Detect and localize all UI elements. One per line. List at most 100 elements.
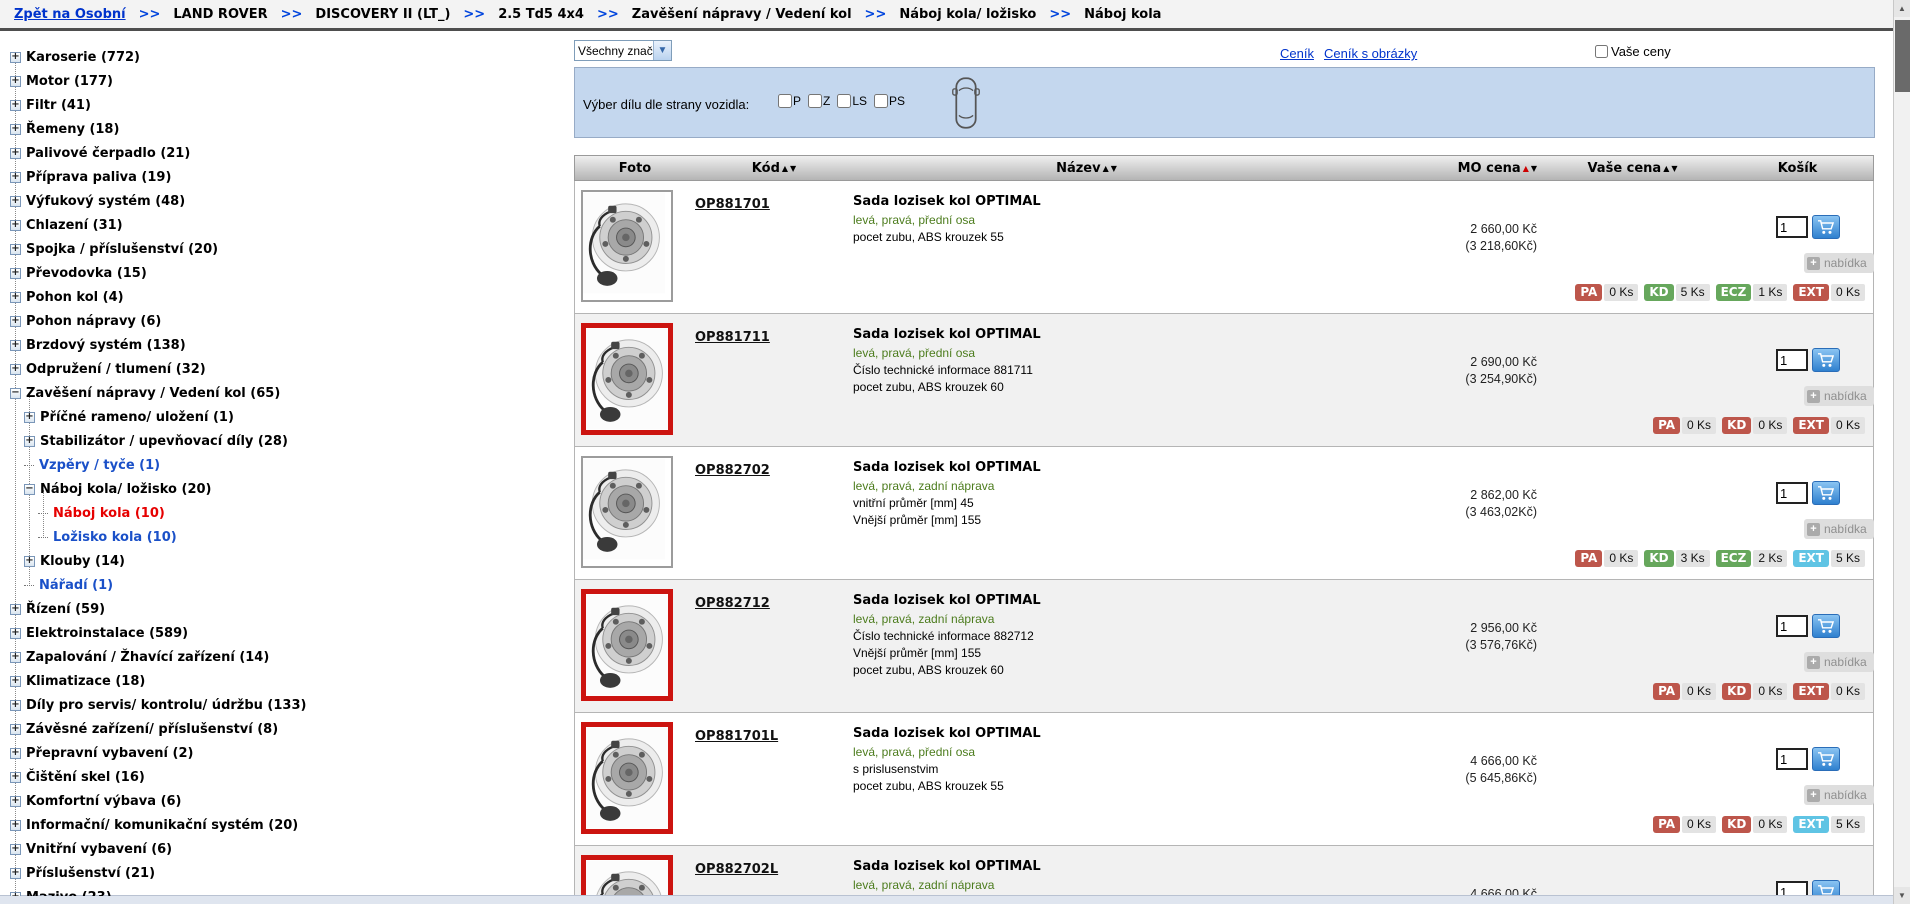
sidebar-item[interactable]: Nářadí (1) xyxy=(39,578,113,593)
expand-icon[interactable]: + xyxy=(10,868,21,879)
quantity-input[interactable] xyxy=(1776,349,1808,371)
product-code-link[interactable]: OP881701L xyxy=(695,729,778,744)
expand-icon[interactable]: + xyxy=(10,604,21,615)
sort-asc-icon[interactable]: ▲ xyxy=(782,164,788,173)
expand-icon[interactable]: + xyxy=(10,364,21,375)
scrollbar-thumb[interactable] xyxy=(1895,20,1910,92)
vertical-scrollbar[interactable]: ▲ ▼ xyxy=(1893,0,1910,904)
side-checkbox-ls[interactable] xyxy=(837,94,851,108)
sidebar-item[interactable]: Stabilizátor / upevňovací díly (28) xyxy=(40,434,288,449)
sidebar-item[interactable]: Pohon nápravy (6) xyxy=(26,314,161,329)
expand-icon[interactable]: + xyxy=(10,772,21,783)
add-to-cart-button[interactable] xyxy=(1812,880,1840,896)
sidebar-item[interactable]: Příprava paliva (19) xyxy=(26,170,171,185)
expand-icon[interactable]: + xyxy=(10,220,21,231)
collapse-icon[interactable]: − xyxy=(10,388,21,399)
expand-icon[interactable]: + xyxy=(10,268,21,279)
price-list-with-images-link[interactable]: Ceník s obrázky xyxy=(1324,46,1417,61)
sidebar-item[interactable]: Řízení (59) xyxy=(26,602,105,617)
product-code-link[interactable]: OP881701 xyxy=(695,197,770,212)
sidebar-item[interactable]: Závěsné zařízení/ příslušenství (8) xyxy=(26,722,278,737)
product-photo[interactable] xyxy=(581,456,673,568)
product-photo[interactable] xyxy=(581,855,673,896)
sidebar-item[interactable]: Filtr (41) xyxy=(26,98,91,113)
expand-icon[interactable]: + xyxy=(10,340,21,351)
column-header-k-d[interactable]: Kód▲▼ xyxy=(695,161,853,176)
expand-icon[interactable]: + xyxy=(10,724,21,735)
product-code-link[interactable]: OP881711 xyxy=(695,330,770,345)
sidebar-item[interactable]: Zavěšení nápravy / Vedení kol (65) xyxy=(26,386,280,401)
add-to-cart-button[interactable] xyxy=(1812,481,1840,505)
sort-desc-icon[interactable]: ▼ xyxy=(1111,164,1117,173)
product-code-link[interactable]: OP882702 xyxy=(695,463,770,478)
add-to-cart-button[interactable] xyxy=(1812,215,1840,239)
sidebar-item[interactable]: Vnitřní vybavení (6) xyxy=(26,842,172,857)
collapse-icon[interactable]: − xyxy=(24,484,35,495)
sidebar-item[interactable]: Komfortní výbava (6) xyxy=(26,794,182,809)
sidebar-item[interactable]: Odpružení / tlumení (32) xyxy=(26,362,206,377)
add-to-cart-button[interactable] xyxy=(1812,348,1840,372)
expand-icon[interactable]: + xyxy=(10,796,21,807)
add-to-cart-button[interactable] xyxy=(1812,747,1840,771)
sidebar-item[interactable]: Klouby (14) xyxy=(40,554,125,569)
expand-icon[interactable]: + xyxy=(10,100,21,111)
expand-icon[interactable]: + xyxy=(10,316,21,327)
expand-icon[interactable]: + xyxy=(10,172,21,183)
quantity-input[interactable] xyxy=(1776,748,1808,770)
scroll-down-icon[interactable]: ▼ xyxy=(1894,887,1910,904)
expand-icon[interactable]: + xyxy=(10,76,21,87)
expand-icon[interactable]: + xyxy=(24,412,35,423)
sidebar-item[interactable]: Palivové čerpadlo (21) xyxy=(26,146,190,161)
chevron-down-icon[interactable]: ▼ xyxy=(653,41,671,60)
side-checkbox-p[interactable] xyxy=(778,94,792,108)
sidebar-item[interactable]: Mazivo (23) xyxy=(26,890,112,896)
sort-asc-icon[interactable]: ▲ xyxy=(1103,164,1109,173)
expand-icon[interactable]: + xyxy=(10,820,21,831)
expand-icon[interactable]: + xyxy=(10,844,21,855)
sidebar-item[interactable]: Motor (177) xyxy=(26,74,113,89)
sidebar-item[interactable]: Spojka / příslušenství (20) xyxy=(26,242,218,257)
offer-button[interactable]: +nabídka xyxy=(1804,652,1874,672)
sort-desc-icon[interactable]: ▼ xyxy=(1531,164,1537,173)
expand-icon[interactable]: + xyxy=(10,628,21,639)
quantity-input[interactable] xyxy=(1776,482,1808,504)
expand-icon[interactable]: + xyxy=(10,892,21,896)
sidebar-item[interactable]: Klimatizace (18) xyxy=(26,674,145,689)
product-code-link[interactable]: OP882702L xyxy=(695,862,778,877)
sidebar-item[interactable]: Náboj kola/ ložisko (20) xyxy=(40,482,211,497)
expand-icon[interactable]: + xyxy=(10,52,21,63)
add-to-cart-button[interactable] xyxy=(1812,614,1840,638)
sidebar-item[interactable]: Vzpěry / tyče (1) xyxy=(39,458,160,473)
column-header-n-zev[interactable]: Název▲▼ xyxy=(853,161,1320,176)
sidebar-item[interactable]: Informační/ komunikační systém (20) xyxy=(26,818,298,833)
side-checkbox-z[interactable] xyxy=(808,94,822,108)
sort-desc-icon[interactable]: ▼ xyxy=(790,164,796,173)
sidebar-item[interactable]: Karoserie (772) xyxy=(26,50,140,65)
offer-button[interactable]: +nabídka xyxy=(1804,519,1874,539)
offer-button[interactable]: +nabídka xyxy=(1804,253,1874,273)
offer-button[interactable]: +nabídka xyxy=(1804,785,1874,805)
expand-icon[interactable]: + xyxy=(10,700,21,711)
expand-icon[interactable]: + xyxy=(10,676,21,687)
expand-icon[interactable]: + xyxy=(10,748,21,759)
expand-icon[interactable]: + xyxy=(10,292,21,303)
sidebar-item[interactable]: Náboj kola (10) xyxy=(53,506,165,521)
price-list-link[interactable]: Ceník xyxy=(1280,46,1314,61)
sort-asc-icon[interactable]: ▲ xyxy=(1663,164,1669,173)
brand-filter-select[interactable]: Všechny značky ▼ xyxy=(574,40,672,61)
sidebar-item[interactable]: Zapalování / Žhavící zařízení (14) xyxy=(26,650,269,665)
expand-icon[interactable]: + xyxy=(10,652,21,663)
quantity-input[interactable] xyxy=(1776,615,1808,637)
sidebar-item[interactable]: Přepravní vybavení (2) xyxy=(26,746,193,761)
sidebar-item[interactable]: Díly pro servis/ kontrolu/ údržbu (133) xyxy=(26,698,306,713)
breadcrumb-back-link[interactable]: Zpět na Osobní xyxy=(14,7,126,22)
expand-icon[interactable]: + xyxy=(24,436,35,447)
sidebar-item[interactable]: Řemeny (18) xyxy=(26,122,119,137)
expand-icon[interactable]: + xyxy=(10,196,21,207)
product-photo[interactable] xyxy=(581,190,673,302)
column-header-va-e-cena[interactable]: Vaše cena▲▼ xyxy=(1545,161,1720,176)
product-photo[interactable] xyxy=(581,589,673,701)
scroll-up-icon[interactable]: ▲ xyxy=(1894,0,1910,17)
sidebar-item[interactable]: Převodovka (15) xyxy=(26,266,147,281)
sidebar-item[interactable]: Brzdový systém (138) xyxy=(26,338,186,353)
